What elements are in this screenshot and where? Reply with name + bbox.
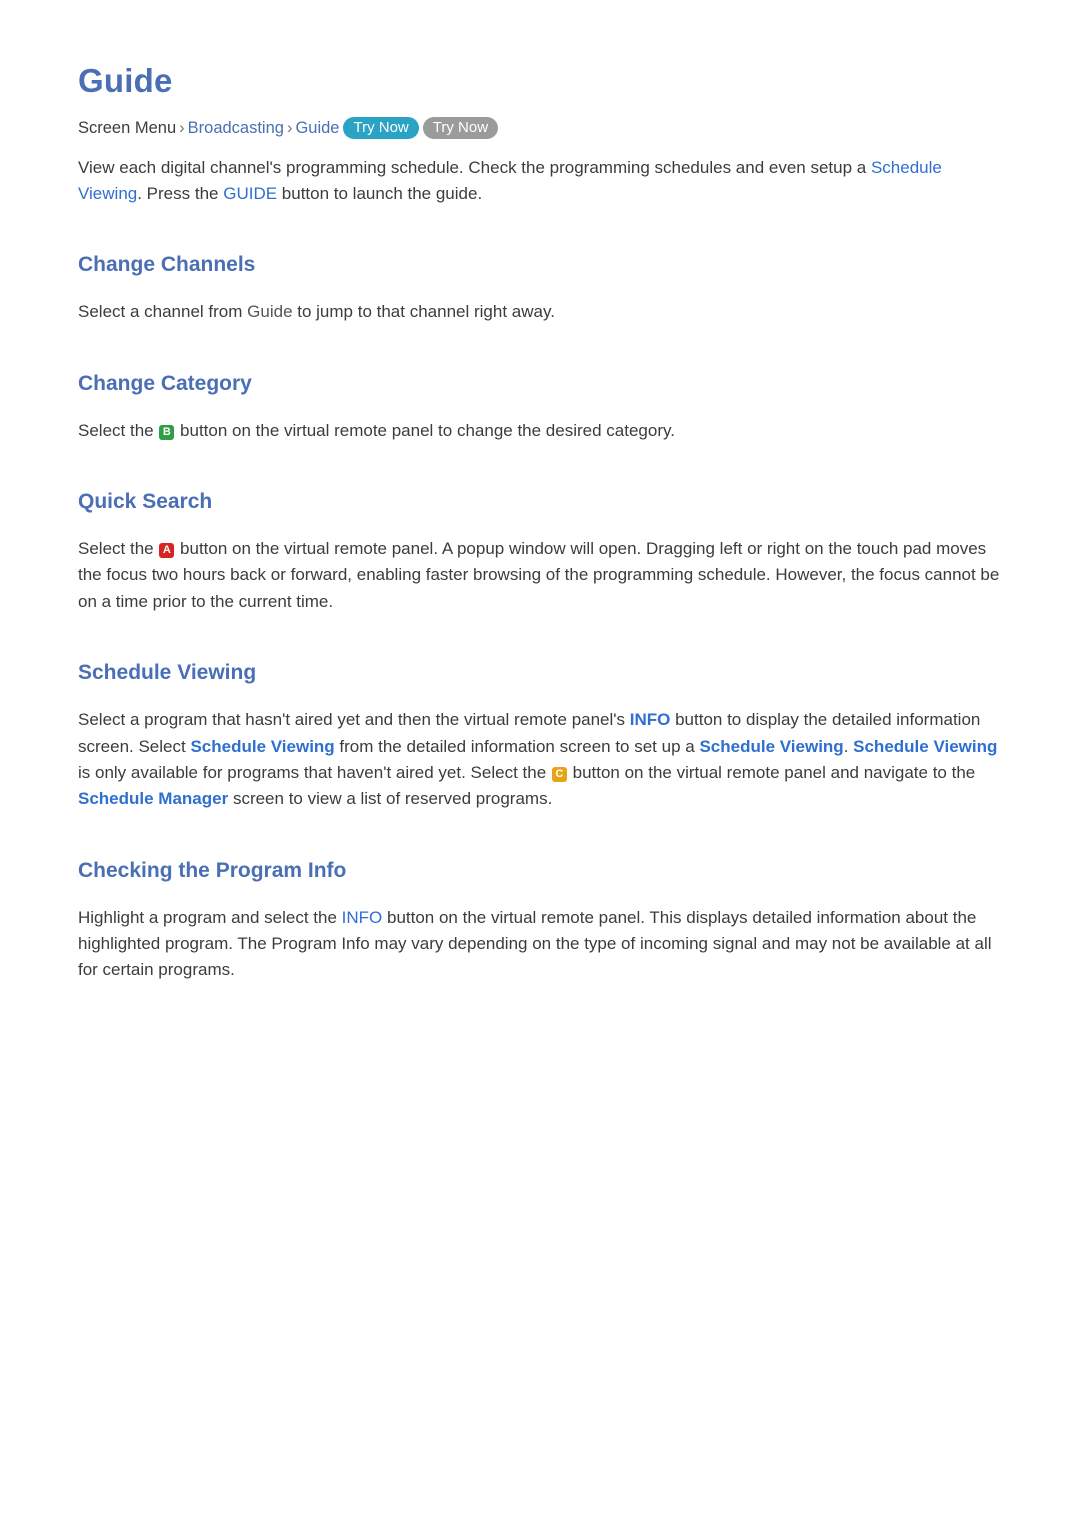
cc-text-2: to jump to that channel right away. bbox=[292, 302, 555, 322]
intro-text-1: View each digital channel's programming … bbox=[78, 157, 871, 177]
cpi-key-info: INFO bbox=[341, 907, 383, 927]
breadcrumb-separator-2: › bbox=[286, 119, 293, 137]
sv-text-7: screen to view a list of reserved progra… bbox=[228, 789, 553, 809]
ccat-text-2: button on the virtual remote panel to ch… bbox=[175, 420, 675, 440]
intro-text-3: button to launch the guide. bbox=[277, 184, 483, 204]
section-body-checking-program-info: Highlight a program and select the INFO … bbox=[78, 905, 1002, 984]
document-page: Guide Screen Menu › Broadcasting › Guide Try … bbox=[0, 0, 1080, 1527]
breadcrumb: Screen Menu › Broadcasting › Guide Try Now Try… bbox=[78, 116, 1002, 141]
breadcrumb-prefix: Screen Menu bbox=[78, 119, 177, 137]
remote-b-button-icon: B bbox=[159, 424, 175, 440]
section-title-schedule-viewing: Schedule Viewing bbox=[78, 661, 257, 685]
sv-link-schedule-viewing-1[interactable]: Schedule Viewing bbox=[190, 737, 334, 756]
sv-link-schedule-viewing-2[interactable]: Schedule Viewing bbox=[699, 737, 843, 756]
sv-key-info: INFO bbox=[629, 710, 671, 730]
intro-key-guide: GUIDE bbox=[223, 184, 278, 204]
section-body-change-category: Select the B button on the virtual remot… bbox=[78, 418, 1002, 444]
qs-text-2: button on the virtual remote panel. A po… bbox=[78, 539, 1000, 611]
remote-c-button-icon: C bbox=[551, 766, 567, 782]
intro-paragraph: View each digital channel's programming … bbox=[78, 155, 1002, 208]
breadcrumb-separator-1: › bbox=[179, 119, 185, 137]
try-now-badge-secondary[interactable]: Try Now bbox=[422, 117, 499, 140]
sv-link-schedule-viewing-3[interactable]: Schedule Viewing bbox=[853, 737, 997, 756]
ccat-text-1: Select the bbox=[78, 420, 159, 440]
try-now-badge-primary[interactable]: Try Now bbox=[343, 117, 419, 140]
cpi-text-1: Highlight a program and select the bbox=[78, 907, 342, 927]
section-title-change-channels: Change Channels bbox=[78, 253, 256, 277]
breadcrumb-item-guide[interactable]: Guide bbox=[295, 119, 339, 137]
sv-text-1: Select a program that hasn't aired yet a… bbox=[78, 710, 630, 730]
section-body-quick-search: Select the A button on the virtual remot… bbox=[78, 536, 1002, 615]
cc-text-1: Select a channel from bbox=[78, 302, 248, 322]
section-title-quick-search: Quick Search bbox=[78, 490, 213, 514]
sv-text-3: from the detailed information screen to … bbox=[334, 736, 700, 756]
cc-link-guide[interactable]: Guide bbox=[247, 302, 292, 321]
sv-text-5: is only available for programs that have… bbox=[78, 762, 551, 782]
section-body-change-channels: Select a channel from Guide to jump to t… bbox=[78, 299, 1002, 325]
page-title: Guide bbox=[78, 62, 173, 99]
section-title-change-category: Change Category bbox=[78, 371, 252, 395]
intro-text-2: . Press the bbox=[137, 184, 224, 204]
breadcrumb-item-broadcasting[interactable]: Broadcasting bbox=[188, 119, 284, 137]
remote-a-button-icon: A bbox=[159, 543, 175, 559]
sv-text-4: . bbox=[843, 736, 854, 756]
section-body-schedule-viewing: Select a program that hasn't aired yet a… bbox=[78, 707, 1002, 812]
sv-text-6: button on the virtual remote panel and n… bbox=[567, 762, 976, 782]
sv-link-schedule-manager[interactable]: Schedule Manager bbox=[78, 789, 228, 808]
section-title-checking-program-info: Checking the Program Info bbox=[78, 858, 347, 882]
qs-text-1: Select the bbox=[78, 539, 159, 559]
